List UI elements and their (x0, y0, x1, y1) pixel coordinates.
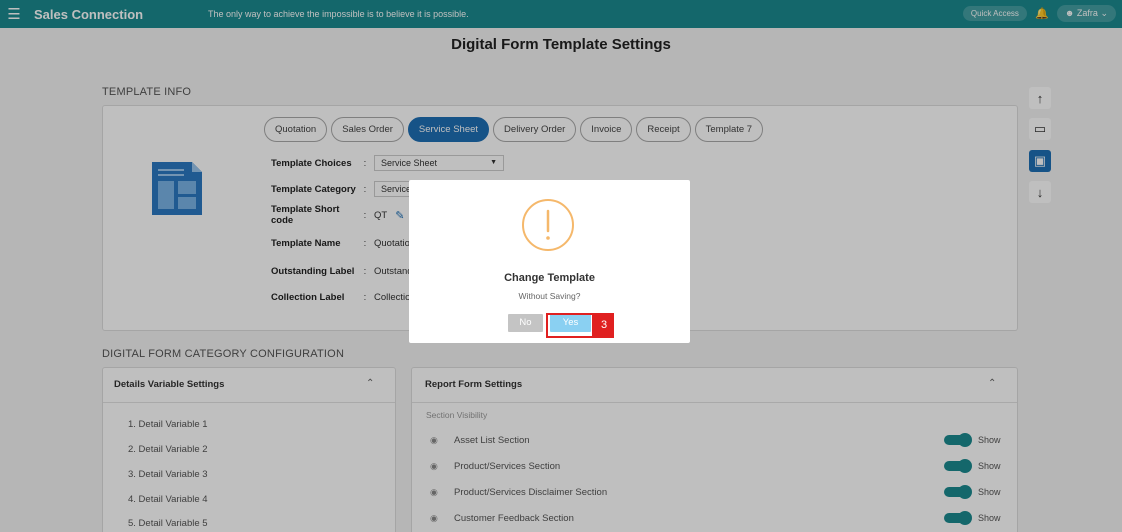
step-highlight-box (546, 313, 594, 338)
warning-icon (522, 199, 574, 251)
dialog-message: Without Saving? (518, 291, 581, 301)
step-badge: 3 (594, 313, 614, 338)
no-button[interactable]: No (508, 314, 543, 332)
dialog-title: Change Template (504, 272, 595, 284)
